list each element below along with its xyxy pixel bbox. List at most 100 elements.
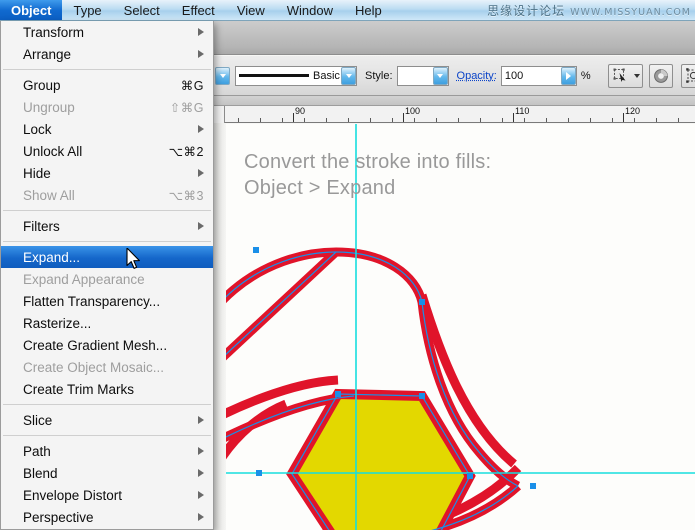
ruler-label: 100: [405, 106, 421, 116]
menu-item-label: Envelope Distort: [23, 487, 123, 503]
menu-item-transform[interactable]: Transform: [1, 21, 213, 43]
menu-item-label: Group: [23, 77, 61, 93]
menu-item-label: Path: [23, 443, 51, 459]
ruler-tick: [590, 118, 591, 122]
ruler-tick: [348, 118, 349, 122]
menu-item-label: Create Object Mosaic...: [23, 359, 165, 375]
control-toolbar-lower-strip: [213, 96, 695, 106]
ruler-tick: [612, 118, 613, 122]
control-toolbar: Basic Style: Opacity: 100 %: [213, 56, 695, 96]
menu-separator: [3, 210, 211, 211]
menu-item-label: Expand...: [23, 249, 81, 265]
menu-item-label: Hide: [23, 165, 51, 181]
ruler-label: 110: [515, 106, 530, 116]
menu-item-slice[interactable]: Slice: [1, 409, 213, 431]
ruler-label: 90: [295, 106, 306, 116]
menu-item-label: Expand Appearance: [23, 271, 145, 287]
stroke-profile-combo[interactable]: Basic: [235, 65, 357, 86]
menu-item-label: Flatten Transparency...: [23, 293, 161, 309]
illustrator-app-window: Basic Style: Opacity: 100 % 90 100 110 1…: [0, 0, 695, 530]
menu-item-label: Show All: [23, 187, 75, 203]
menu-item-envelope-distort[interactable]: Envelope Distort: [1, 484, 213, 506]
ruler-tick: [238, 118, 239, 122]
submenu-arrow-icon: [198, 125, 204, 133]
menu-item-perspective[interactable]: Perspective: [1, 506, 213, 528]
menu-object[interactable]: Object: [0, 0, 63, 20]
menu-item-label: Arrange: [23, 46, 72, 62]
menu-item-label: Unlock All: [23, 143, 83, 159]
canvas-left-gutter: [213, 123, 227, 530]
stroke-weight-dropdown-arrow[interactable]: [215, 66, 230, 85]
document-tab-strip: [213, 21, 695, 55]
menu-separator: [3, 404, 211, 405]
menu-item-label: Create Gradient Mesh...: [23, 337, 168, 353]
submenu-arrow-icon: [198, 447, 204, 455]
menu-item-shortcut: ⌥⌘3: [168, 188, 204, 203]
opacity-percent-sign: %: [580, 69, 591, 82]
menu-item-label: Create Trim Marks: [23, 381, 135, 397]
ruler-tick: [678, 118, 679, 122]
menu-select[interactable]: Select: [113, 0, 171, 20]
stroke-profile-dropdown-arrow[interactable]: [341, 66, 356, 85]
ruler-tick: [502, 118, 503, 122]
menu-item-create-trim-marks[interactable]: Create Trim Marks: [1, 378, 213, 400]
menu-item-filters[interactable]: Filters: [1, 215, 213, 237]
selection-bounds-icon[interactable]: [680, 63, 695, 88]
menu-item-blend[interactable]: Blend: [1, 462, 213, 484]
horizontal-ruler[interactable]: 90100110120130140: [213, 106, 695, 123]
menu-item-hide[interactable]: Hide: [1, 162, 213, 184]
menu-item-show-all: Show All ⌥⌘3: [1, 184, 213, 206]
menu-item-label: Ungroup: [23, 99, 75, 115]
submenu-arrow-icon: [198, 169, 204, 177]
menu-view[interactable]: View: [226, 0, 276, 20]
menu-item-label: Transform: [23, 24, 85, 40]
menu-item-expand[interactable]: Expand...: [1, 246, 213, 268]
opacity-dropdown-arrow[interactable]: [560, 66, 576, 85]
menu-item-path[interactable]: Path: [1, 440, 213, 462]
menu-item-lock[interactable]: Lock: [1, 118, 213, 140]
menu-item-group[interactable]: Group ⌘G: [1, 74, 213, 96]
ruler-tick: [480, 118, 481, 122]
menu-window[interactable]: Window: [276, 0, 344, 20]
menu-bar-items: Object Type Select Effect View Window Help: [0, 0, 393, 20]
graphic-style-dropdown-arrow[interactable]: [432, 66, 448, 85]
menu-effect[interactable]: Effect: [171, 0, 226, 20]
submenu-arrow-icon: [198, 513, 204, 521]
transform-each-icon[interactable]: [607, 63, 632, 88]
ruler-tick: [370, 118, 371, 122]
ruler-tick: [656, 118, 657, 122]
menu-item-expand-appearance: Expand Appearance: [1, 268, 213, 290]
menu-item-rasterize[interactable]: Rasterize...: [1, 312, 213, 334]
ruler-tick: [634, 118, 635, 122]
ruler-tick: [260, 118, 261, 122]
menu-item-shortcut: ⌘G: [180, 78, 204, 93]
ruler-tick: [414, 118, 415, 122]
menu-item-shortcut: ⌥⌘2: [168, 144, 204, 159]
menu-item-create-gradient-mesh[interactable]: Create Gradient Mesh...: [1, 334, 213, 356]
menu-item-shortcut: ⇧⌘G: [169, 100, 204, 115]
ruler-tick: [436, 118, 437, 122]
ruler-tick: [392, 118, 393, 122]
artboard-annotation-text: Convert the stroke into fills: Object > …: [244, 151, 492, 199]
submenu-arrow-icon: [198, 416, 204, 424]
object-menu-dropdown[interactable]: Transform Arrange Group ⌘G Ungroup ⇧⌘G Lock Unl…: [0, 21, 214, 530]
menu-type[interactable]: Type: [62, 0, 112, 20]
menu-item-unlock-all[interactable]: Unlock All ⌥⌘2: [1, 140, 213, 162]
menu-item-arrange[interactable]: Arrange: [1, 43, 213, 65]
artboard-canvas[interactable]: Convert the stroke into fills: Object > …: [226, 124, 695, 530]
menu-help[interactable]: Help: [344, 0, 393, 20]
submenu-arrow-icon: [198, 469, 204, 477]
menu-item-label: Perspective: [23, 509, 94, 525]
transparency-ring-icon[interactable]: [648, 63, 673, 88]
opacity-input[interactable]: 100: [500, 65, 577, 86]
watermark-url-text: WWW.MISSYUAN.COM: [570, 7, 691, 18]
menu-item-flatten-transparency[interactable]: Flatten Transparency...: [1, 290, 213, 312]
graphic-style-combo[interactable]: [396, 65, 449, 86]
menu-item-label: Filters: [23, 218, 60, 234]
ruler-tick: [546, 118, 547, 122]
opacity-label[interactable]: Opacity:: [457, 70, 497, 82]
style-label: Style:: [365, 69, 393, 82]
transform-each-dropdown-arrow[interactable]: [631, 63, 643, 88]
menu-item-create-object-mosaic: Create Object Mosaic...: [1, 356, 213, 378]
application-menu-bar: Object Type Select Effect View Window Help 思缘设…: [0, 0, 695, 21]
